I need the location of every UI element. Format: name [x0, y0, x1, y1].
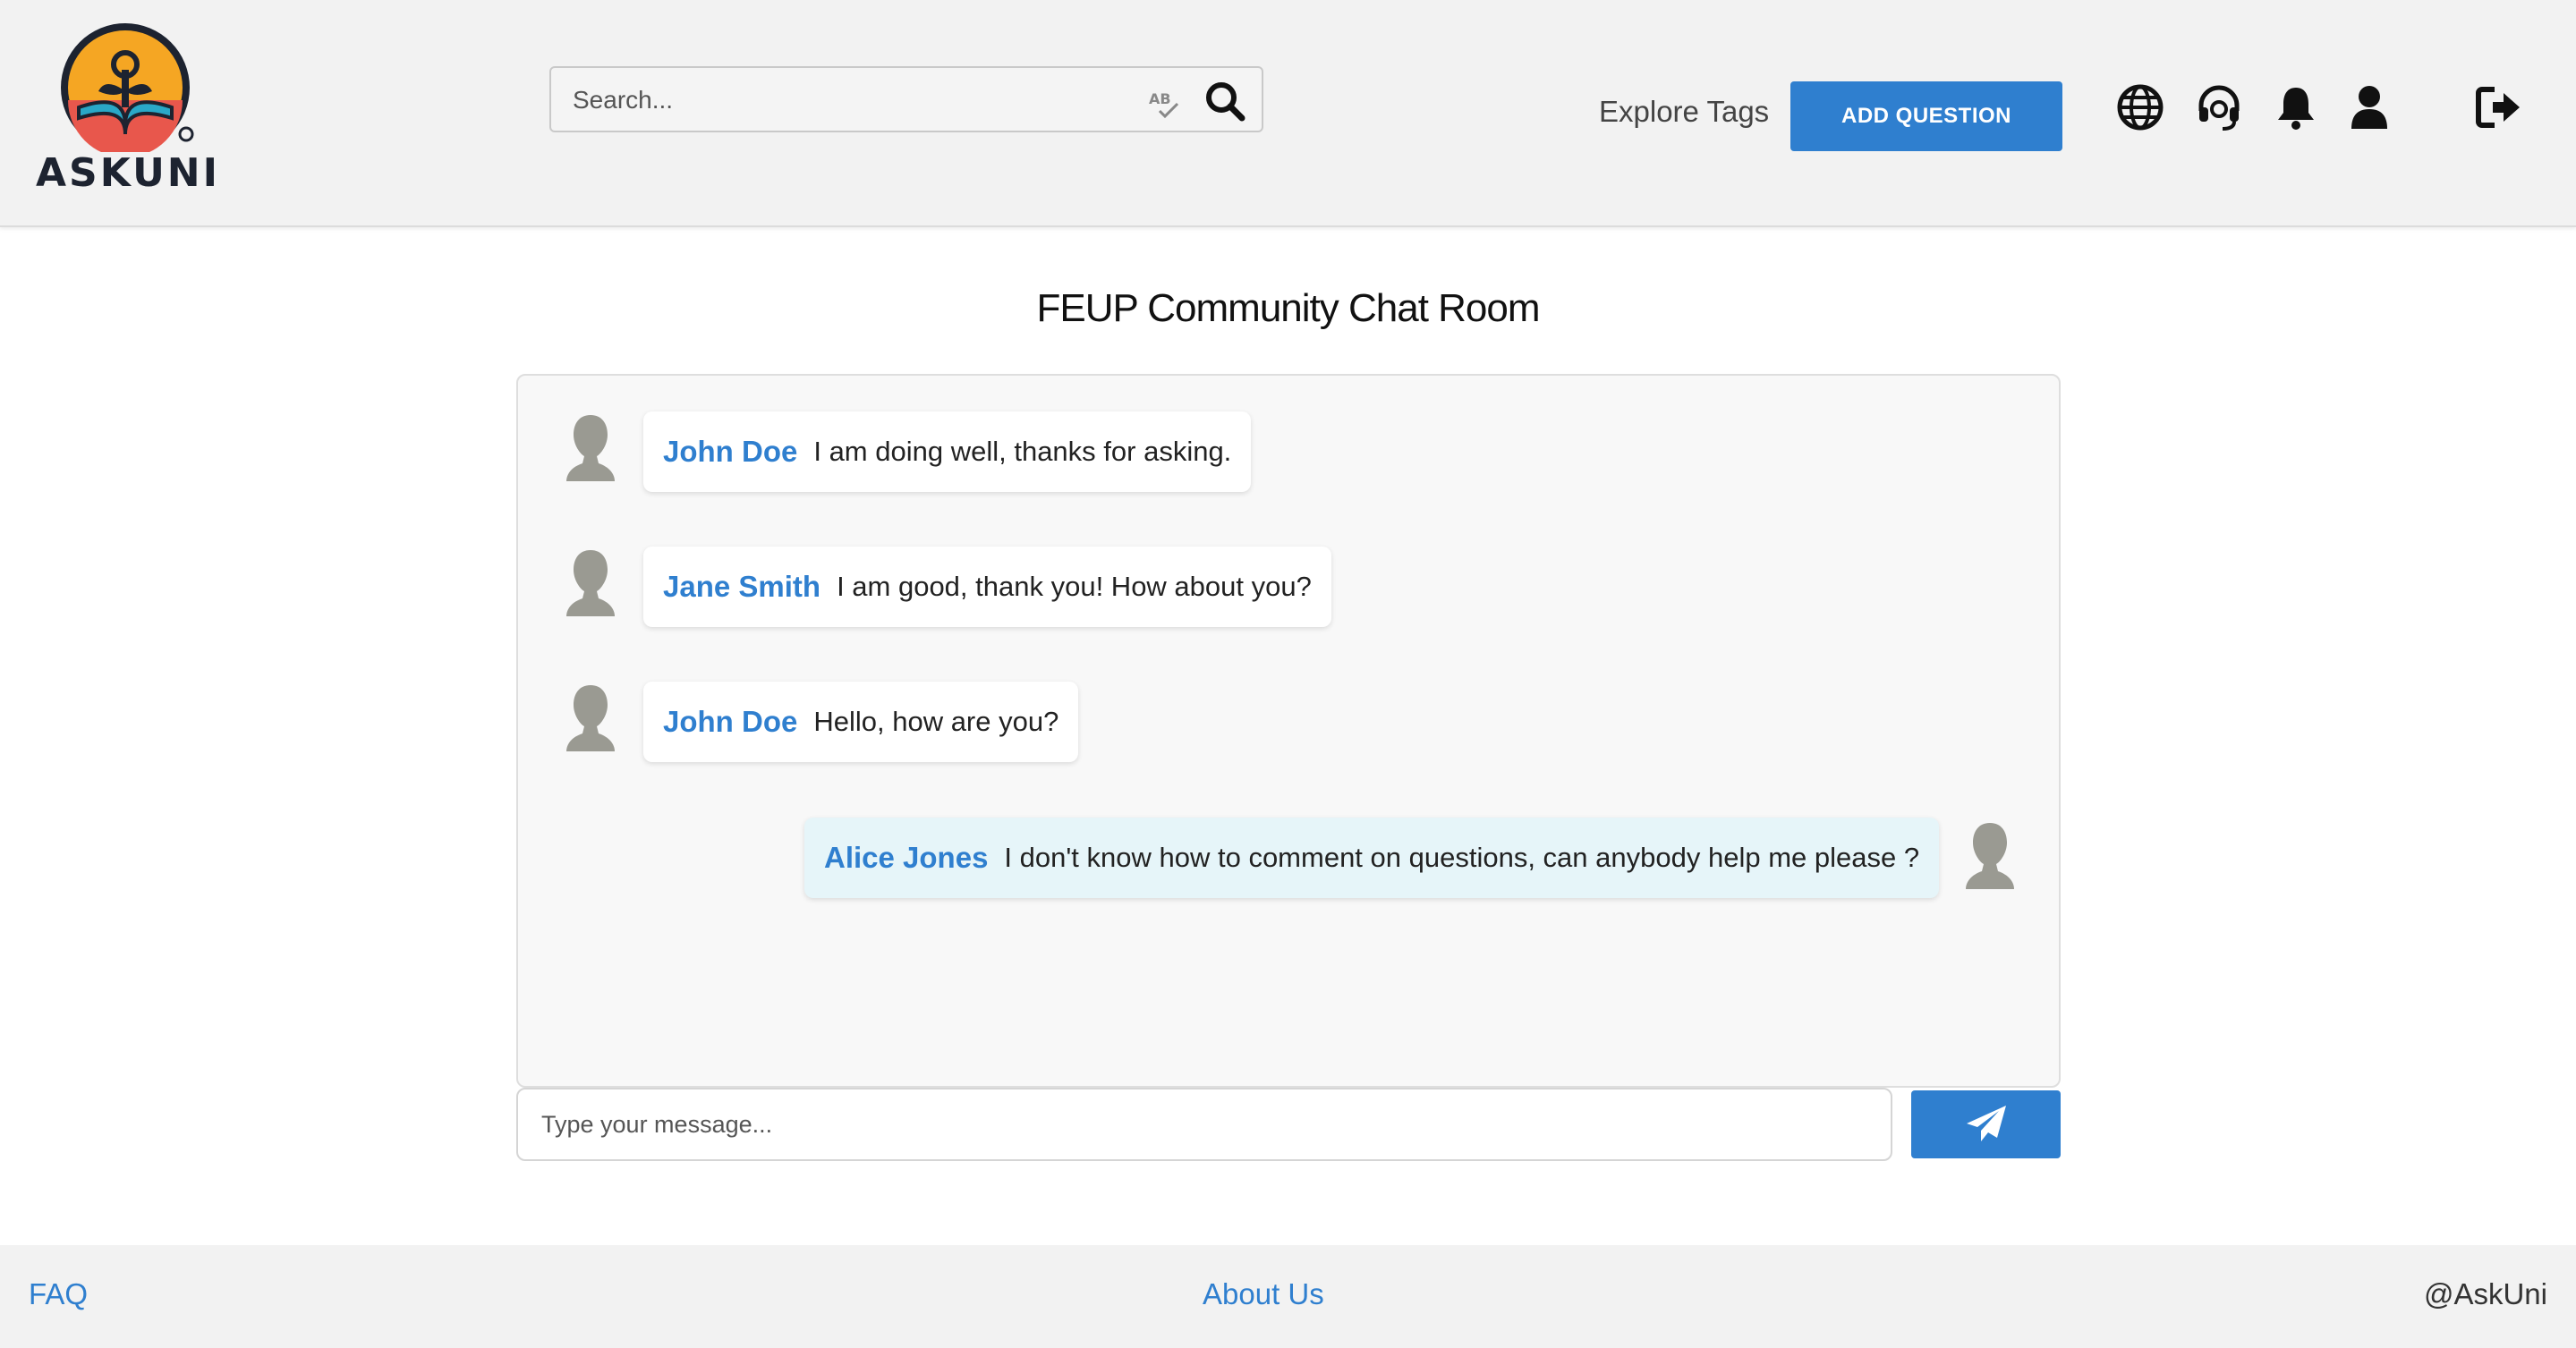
globe-icon[interactable]: [2115, 82, 2165, 132]
bell-icon[interactable]: [2271, 82, 2321, 132]
headset-icon[interactable]: [2194, 82, 2244, 132]
spellcheck-icon: AB: [1149, 90, 1179, 119]
message-bubble: John Doe I am doing well, thanks for ask…: [643, 411, 1252, 492]
add-question-button[interactable]: ADD QUESTION: [1790, 81, 2062, 151]
message-text: I don't know how to comment on questions…: [1004, 842, 1920, 873]
message-bubble: John Doe Hello, how are you?: [643, 682, 1079, 762]
svg-text:AB: AB: [1149, 90, 1171, 107]
own-message-bubble: Alice Jones I don't know how to comment …: [804, 818, 1940, 898]
message-sender[interactable]: John Doe: [663, 705, 797, 739]
footer: FAQ About Us @AskUni: [0, 1245, 2576, 1348]
copyright-handle: @AskUni: [2423, 1277, 2547, 1310]
askuni-logo[interactable]: ASKUNI: [36, 18, 220, 197]
avatar: [566, 685, 615, 751]
search-icon[interactable]: [1203, 79, 1247, 123]
message-bubble: Jane Smith I am good, thank you! How abo…: [643, 547, 1331, 627]
message-sender[interactable]: Alice Jones: [824, 841, 988, 875]
message-sender[interactable]: Jane Smith: [663, 570, 820, 604]
faq-link[interactable]: FAQ: [29, 1277, 88, 1311]
search-bar: AB: [549, 66, 1263, 132]
message-input[interactable]: [516, 1088, 1892, 1161]
explore-tags-link[interactable]: Explore Tags: [1599, 95, 1769, 129]
avatar: [1966, 823, 2014, 889]
message-text: Hello, how are you?: [813, 706, 1059, 737]
logout-icon[interactable]: [2473, 82, 2523, 132]
message-text: I am doing well, thanks for asking.: [813, 436, 1232, 467]
avatar: [566, 415, 615, 481]
chat-messages-panel[interactable]: John Doe I am doing well, thanks for ask…: [516, 374, 2061, 1088]
message-sender[interactable]: John Doe: [663, 435, 797, 469]
message-text: I am good, thank you! How about you?: [837, 571, 1312, 602]
send-button[interactable]: [1911, 1090, 2061, 1158]
logo-emblem: [61, 23, 194, 152]
about-us-link[interactable]: About Us: [1203, 1277, 1324, 1311]
avatar: [566, 550, 615, 616]
top-navbar: ASKUNI AB Explore Tags ADD QUESTION: [0, 0, 2576, 227]
paper-plane-icon: [1966, 1105, 2006, 1141]
chat-room-title: FEUP Community Chat Room: [1036, 286, 1540, 330]
user-icon[interactable]: [2344, 82, 2394, 132]
logo-text: ASKUNI: [36, 150, 220, 196]
search-input[interactable]: [571, 81, 1129, 120]
